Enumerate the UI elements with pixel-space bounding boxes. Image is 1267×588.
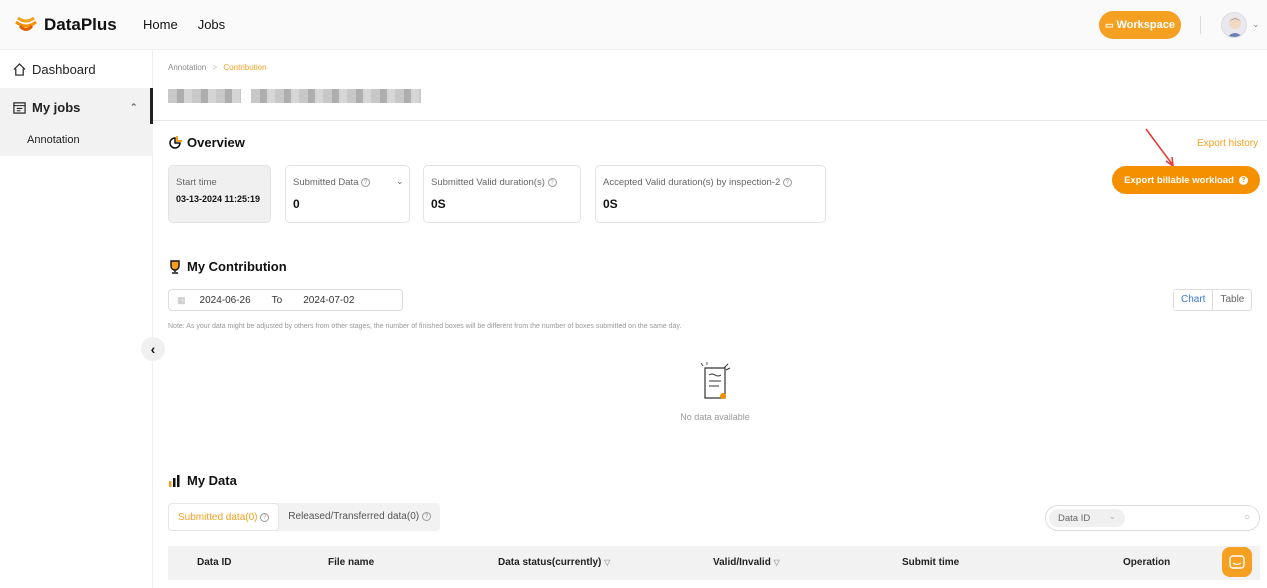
card-label: Start time bbox=[176, 177, 217, 188]
brand-name: DataPlus bbox=[44, 15, 117, 34]
home-icon bbox=[13, 62, 26, 76]
tab-submitted-data[interactable]: Submitted data(0) ? bbox=[168, 503, 280, 531]
brand-logo[interactable]: DataPlus bbox=[14, 13, 117, 37]
chevron-down-icon: ⌄ bbox=[1109, 512, 1116, 521]
sidebar: Dashboard My jobs ⌃ Annotation bbox=[0, 50, 153, 588]
divider bbox=[153, 120, 1267, 121]
date-to[interactable]: 2024-07-02 bbox=[303, 295, 354, 306]
calendar-icon bbox=[13, 101, 26, 114]
contribution-heading: My Contribution bbox=[168, 259, 287, 274]
submitted-data-card: Submitted Data ? ⌄ 0 bbox=[285, 165, 410, 223]
card-value: 0S bbox=[603, 197, 618, 211]
column-label: Valid/Invalid bbox=[713, 557, 771, 568]
column-valid-invalid: Valid/Invalid ▽ bbox=[713, 557, 780, 568]
help-circle-icon[interactable]: ? bbox=[547, 177, 557, 187]
date-from[interactable]: 2024-06-26 bbox=[200, 295, 251, 306]
help-circle-icon[interactable]: ? bbox=[782, 177, 792, 187]
message-icon bbox=[1229, 555, 1245, 569]
table-header: Data ID File name Data status(currently)… bbox=[168, 546, 1260, 580]
data-search: Data ID ⌄ ○ bbox=[1045, 505, 1260, 531]
column-label: Data status(currently) bbox=[498, 557, 602, 568]
column-data-status: Data status(currently) ▽ bbox=[498, 557, 610, 568]
card-label: Submitted Data bbox=[293, 177, 359, 188]
chevron-up-icon: ⌃ bbox=[130, 101, 138, 112]
workspace-button[interactable]: ▭ Workspace bbox=[1099, 11, 1181, 39]
breadcrumb-current: Contribution bbox=[223, 63, 267, 72]
breadcrumb-separator: > bbox=[212, 63, 218, 72]
view-toggle: Chart Table bbox=[1173, 289, 1253, 311]
page-title-redacted bbox=[168, 89, 421, 103]
tab-label: Submitted data(0) bbox=[178, 512, 258, 523]
sidebar-item-label: Annotation bbox=[27, 134, 80, 146]
workspace-label: Workspace bbox=[1116, 19, 1176, 31]
sidebar-item-annotation[interactable]: Annotation bbox=[0, 124, 153, 156]
nav-jobs[interactable]: Jobs bbox=[198, 17, 225, 32]
sidebar-item-dashboard[interactable]: Dashboard bbox=[0, 50, 153, 88]
pie-chart-icon bbox=[169, 135, 182, 149]
user-avatar-icon bbox=[1227, 17, 1243, 37]
dataplus-logo-icon bbox=[14, 12, 38, 39]
card-value: 0S bbox=[431, 197, 446, 211]
tab-released-transferred-data[interactable]: Released/Transferred data(0) ? bbox=[279, 503, 440, 531]
overview-heading: Overview bbox=[168, 135, 245, 150]
tab-label: Released/Transferred data(0) bbox=[288, 511, 420, 522]
help-icon: ? bbox=[1238, 175, 1248, 185]
export-button-label: Export billable workload bbox=[1124, 174, 1234, 186]
column-submit-time: Submit time bbox=[902, 557, 960, 568]
trophy-icon bbox=[170, 259, 180, 274]
filter-icon[interactable]: ▽ bbox=[774, 558, 780, 567]
empty-document-icon bbox=[700, 362, 731, 399]
data-tabs: Submitted data(0) ? Released/Transferred… bbox=[168, 503, 440, 531]
search-icon[interactable]: ○ bbox=[1244, 512, 1250, 523]
collapse-sidebar-button[interactable]: ‹ bbox=[141, 337, 165, 361]
date-range-picker[interactable]: ▦ 2024-06-26 To 2024-07-02 bbox=[168, 289, 403, 311]
avatar[interactable] bbox=[1221, 12, 1247, 38]
column-operation: Operation bbox=[1123, 557, 1171, 568]
chart-view-button[interactable]: Chart bbox=[1174, 290, 1214, 310]
sidebar-item-label: Dashboard bbox=[32, 61, 96, 77]
bar-chart-icon bbox=[169, 474, 180, 487]
chevron-down-icon[interactable]: ⌄ bbox=[396, 176, 404, 187]
filter-icon[interactable]: ▽ bbox=[604, 558, 610, 567]
breadcrumb: Annotation > Contribution bbox=[168, 63, 267, 72]
column-file-name: File name bbox=[328, 557, 375, 568]
mydata-title: My Data bbox=[187, 473, 237, 488]
start-time-card: Start time 03-13-2024 11:25:19 bbox=[168, 165, 271, 223]
card-value: 03-13-2024 11:25:19 bbox=[176, 194, 261, 204]
date-to-label: To bbox=[271, 294, 283, 306]
empty-state-text: No data available bbox=[680, 412, 750, 422]
topbar-divider bbox=[1200, 16, 1201, 34]
search-field-label: Data ID bbox=[1058, 513, 1091, 524]
contribution-title: My Contribution bbox=[187, 259, 287, 274]
card-label: Submitted Valid duration(s) bbox=[431, 177, 545, 188]
table-view-button[interactable]: Table bbox=[1213, 290, 1251, 310]
sidebar-item-label: My jobs bbox=[32, 99, 81, 115]
export-history-link[interactable]: Export history bbox=[1197, 138, 1258, 149]
contribution-note: Note: As your data might be adjusted by … bbox=[168, 323, 682, 330]
calendar-icon: ▦ bbox=[177, 294, 186, 305]
mydata-heading: My Data bbox=[168, 473, 237, 488]
empty-state: No data available bbox=[672, 362, 758, 422]
overview-title: Overview bbox=[187, 135, 245, 150]
chevron-left-icon: ‹ bbox=[150, 341, 156, 357]
accepted-valid-duration-card: Accepted Valid duration(s) by inspection… bbox=[595, 165, 826, 223]
search-field-select[interactable]: Data ID ⌄ bbox=[1049, 509, 1125, 527]
card-label: Accepted Valid duration(s) by inspection… bbox=[603, 177, 781, 188]
help-circle-icon: ? bbox=[260, 512, 270, 522]
sidebar-item-my-jobs[interactable]: My jobs ⌃ bbox=[0, 88, 153, 126]
workspace-icon: ▭ bbox=[1104, 19, 1114, 30]
column-data-id: Data ID bbox=[197, 557, 232, 568]
export-billable-workload-button[interactable]: Export billable workload ? bbox=[1112, 166, 1260, 194]
submitted-valid-duration-card: Submitted Valid duration(s) ? 0S bbox=[423, 165, 581, 223]
top-bar: DataPlus Home Jobs ▭ Workspace ⌄ bbox=[0, 0, 1267, 50]
message-button[interactable] bbox=[1222, 547, 1252, 577]
nav-home[interactable]: Home bbox=[143, 17, 178, 32]
red-arrow-annotation bbox=[1145, 128, 1174, 168]
chevron-down-icon[interactable]: ⌄ bbox=[1252, 19, 1260, 30]
breadcrumb-parent[interactable]: Annotation bbox=[168, 63, 206, 72]
help-circle-icon[interactable]: ? bbox=[361, 177, 371, 187]
card-value: 0 bbox=[293, 197, 300, 211]
help-circle-icon: ? bbox=[421, 511, 431, 521]
